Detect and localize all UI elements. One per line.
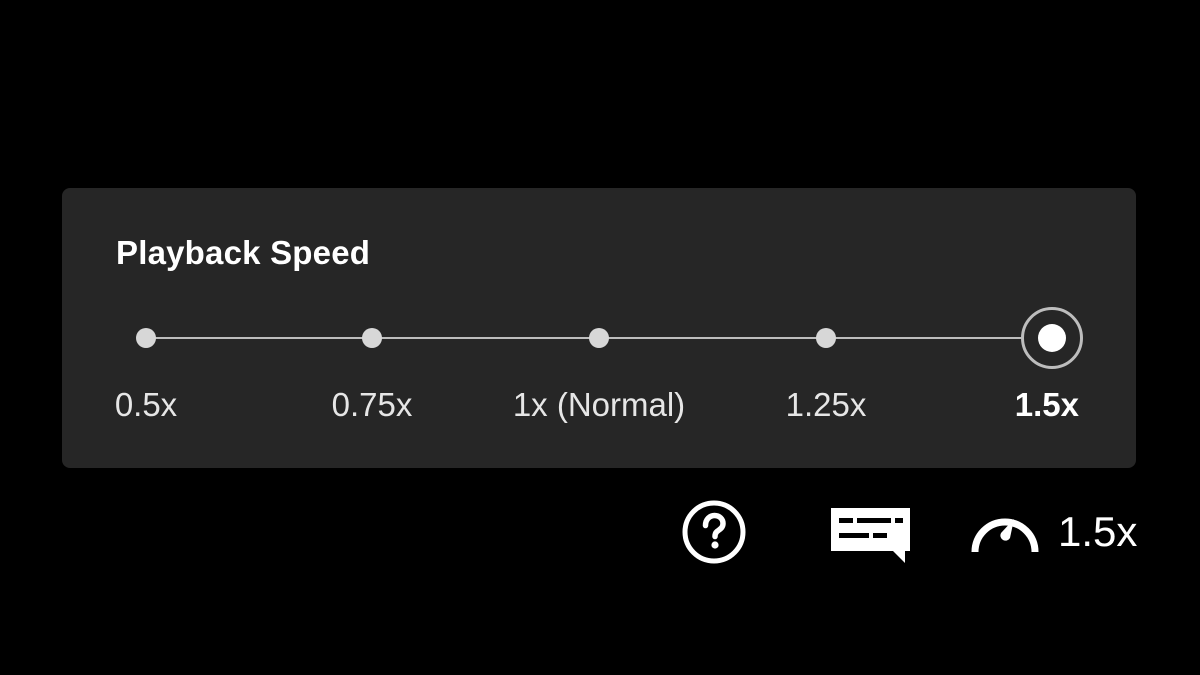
speed-stop-dot[interactable] <box>136 328 156 348</box>
playback-speed-panel: Playback Speed 0.5x 0.75x 1x (Normal) 1.… <box>62 188 1136 468</box>
subtitles-button[interactable] <box>831 508 911 569</box>
speed-stop-dot[interactable] <box>362 328 382 348</box>
speed-option-label[interactable]: 0.75x <box>332 386 413 424</box>
speed-option-label[interactable]: 1x (Normal) <box>513 386 685 424</box>
help-button[interactable] <box>681 498 747 569</box>
selected-speed-knob <box>1038 324 1066 352</box>
speed-stop-dot[interactable] <box>589 328 609 348</box>
help-circle-icon <box>682 500 746 564</box>
speed-stop-dot[interactable] <box>816 328 836 348</box>
speed-option-label-selected[interactable]: 1.5x <box>1015 386 1079 424</box>
current-speed-label[interactable]: 1.5x <box>1058 508 1137 556</box>
playback-speed-button[interactable] <box>965 500 1045 561</box>
speed-option-label[interactable]: 1.25x <box>786 386 867 424</box>
player-controls-bar: 1.5x <box>0 498 1200 578</box>
selected-speed-indicator[interactable] <box>1021 307 1083 369</box>
subtitles-icon <box>831 508 910 563</box>
video-player-overlay: Playback Speed 0.5x 0.75x 1x (Normal) 1.… <box>0 0 1200 675</box>
speedometer-icon <box>971 518 1039 553</box>
panel-title: Playback Speed <box>116 234 371 271</box>
speed-option-label[interactable]: 0.5x <box>115 386 177 424</box>
